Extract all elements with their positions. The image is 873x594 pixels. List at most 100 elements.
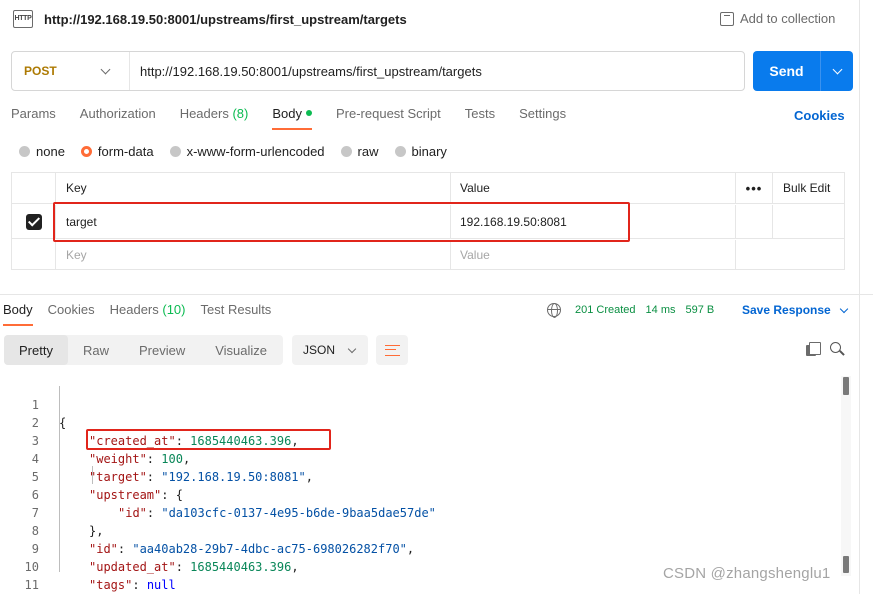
row-spacer	[736, 205, 773, 238]
window-edge	[859, 0, 860, 594]
response-body-viewer[interactable]: 1 { 2 "created_at": 1685440463.396, 3 "w…	[0, 378, 840, 592]
new-key-input[interactable]: Key	[56, 240, 451, 270]
radio-form-data-label: form-data	[97, 144, 154, 159]
code-text: "updated_at": 1685440463.396,	[89, 560, 299, 574]
json-value: {	[175, 488, 183, 502]
globe-icon[interactable]	[547, 303, 561, 318]
json-value: 1685440463.396	[190, 560, 292, 574]
collection-icon	[720, 11, 734, 26]
scrollbar-thumb-bottom[interactable]	[843, 556, 849, 573]
code-line: 3 "weight": 100,	[0, 414, 190, 466]
wrap-lines-icon	[384, 344, 400, 356]
response-time[interactable]: 14 ms	[646, 304, 676, 316]
bulk-edit-button[interactable]: Bulk Edit	[773, 173, 844, 203]
row-key-input[interactable]: target	[56, 205, 451, 238]
format-select[interactable]: JSON	[292, 335, 368, 365]
response-status-bar: 201 Created 14 ms 597 B	[547, 303, 715, 318]
response-headers-label: Headers	[109, 302, 159, 317]
code-line: 7 },	[0, 486, 104, 538]
code-line: 5 "upstream": {	[0, 450, 183, 502]
json-key: "tags"	[89, 578, 133, 592]
json-value: "da103cfc-0137-4e95-b6de-9baa5dae57de"	[161, 506, 436, 520]
status-code[interactable]: 201 Created	[575, 304, 636, 316]
json-value: 1685440463.396	[190, 434, 292, 448]
empty-extra-cell	[773, 240, 844, 270]
request-title[interactable]: http://192.168.19.50:8001/upstreams/firs…	[44, 12, 407, 27]
response-size[interactable]: 597 B	[686, 304, 715, 316]
response-headers-count: (10)	[162, 302, 186, 317]
chevron-down-icon	[839, 304, 848, 313]
send-button[interactable]: Send	[753, 51, 853, 91]
radio-raw[interactable]: raw	[340, 144, 379, 159]
tab-pre-request-script[interactable]: Pre-request Script	[336, 104, 441, 130]
method-select[interactable]: POST	[12, 52, 130, 90]
cookies-link[interactable]: Cookies	[794, 108, 845, 123]
new-value-input[interactable]: Value	[451, 240, 736, 270]
json-key: "target"	[89, 470, 147, 484]
json-value: "192.168.19.50:8081"	[161, 470, 306, 484]
http-request-icon: HTTP	[13, 10, 33, 28]
watermark: CSDN @zhangshenglu1	[663, 565, 831, 582]
row-enable-cell[interactable]	[12, 205, 56, 238]
radio-form-data[interactable]: form-data	[80, 144, 154, 159]
json-value: null	[146, 578, 176, 592]
view-raw[interactable]: Raw	[68, 335, 124, 365]
radio-binary[interactable]: binary	[394, 144, 447, 159]
chevron-down-icon	[347, 344, 357, 353]
key-column-header: Key	[56, 173, 451, 203]
line-number: 11	[24, 578, 39, 592]
radio-urlencoded-label: x-www-form-urlencoded	[186, 144, 325, 159]
radio-off-icon	[394, 146, 406, 157]
checkbox-checked-icon[interactable]	[25, 213, 42, 230]
row-value-input[interactable]: 192.168.19.50:8081	[451, 205, 736, 238]
add-to-collection-button[interactable]: Add to collection	[720, 11, 835, 26]
code-text: "weight": 100,	[89, 452, 191, 466]
tab-headers-label: Headers	[179, 106, 229, 121]
empty-spacer	[736, 240, 773, 270]
tab-tests[interactable]: Tests	[465, 104, 495, 130]
radio-urlencoded[interactable]: x-www-form-urlencoded	[169, 144, 325, 159]
response-tab-body[interactable]: Body	[3, 300, 33, 326]
panel-divider	[0, 294, 873, 295]
json-key: "upstream"	[89, 488, 162, 502]
form-data-table: Key Value ••• Bulk Edit target 192.168.1…	[11, 172, 845, 270]
more-options-icon[interactable]: •••	[736, 173, 773, 203]
view-pretty[interactable]: Pretty	[4, 335, 68, 365]
view-visualize[interactable]: Visualize	[200, 335, 282, 365]
send-label: Send	[769, 63, 804, 79]
send-options-button[interactable]	[821, 64, 853, 74]
code-line: 9 "updated_at": 1685440463.396,	[0, 522, 299, 574]
scrollbar-thumb[interactable]	[843, 377, 849, 395]
copy-icon[interactable]	[806, 342, 821, 356]
method-label: POST	[24, 64, 57, 78]
code-line: 8 "id": "aa40ab28-29b7-4dbc-ac75-6980262…	[0, 504, 414, 556]
wrap-lines-button[interactable]	[376, 335, 408, 365]
radio-raw-label: raw	[357, 144, 379, 159]
radio-off-icon	[169, 146, 181, 157]
response-tab-cookies[interactable]: Cookies	[48, 300, 95, 326]
response-tab-test-results[interactable]: Test Results	[201, 300, 272, 326]
tab-headers[interactable]: Headers (8)	[180, 104, 249, 130]
code-text: },	[89, 524, 104, 538]
radio-off-icon	[340, 146, 352, 157]
table-row: target 192.168.19.50:8081	[12, 205, 844, 239]
code-text: "id": "aa40ab28-29b7-4dbc-ac75-698026282…	[89, 542, 415, 556]
radio-on-icon	[80, 146, 92, 157]
json-value: "aa40ab28-29b7-4dbc-ac75-698026282f70"	[132, 542, 407, 556]
tab-params[interactable]: Params	[11, 104, 56, 130]
view-preview[interactable]: Preview	[124, 335, 200, 365]
code-line: 2 "created_at": 1685440463.396,	[0, 396, 299, 448]
save-response-label: Save Response	[742, 303, 831, 317]
chevron-down-icon	[100, 64, 111, 74]
response-tab-headers[interactable]: Headers (10)	[110, 300, 186, 326]
tab-authorization[interactable]: Authorization	[80, 104, 156, 130]
save-response-button[interactable]: Save Response	[742, 303, 848, 317]
tab-body[interactable]: Body	[272, 104, 312, 130]
url-input[interactable]: http://192.168.19.50:8001/upstreams/firs…	[130, 64, 482, 79]
tab-settings[interactable]: Settings	[519, 104, 566, 130]
search-icon[interactable]	[830, 342, 841, 353]
code-text: "created_at": 1685440463.396,	[89, 434, 299, 448]
radio-none[interactable]: none	[19, 144, 65, 159]
scrollbar-track[interactable]	[841, 376, 851, 576]
add-to-collection-label: Add to collection	[740, 11, 836, 26]
